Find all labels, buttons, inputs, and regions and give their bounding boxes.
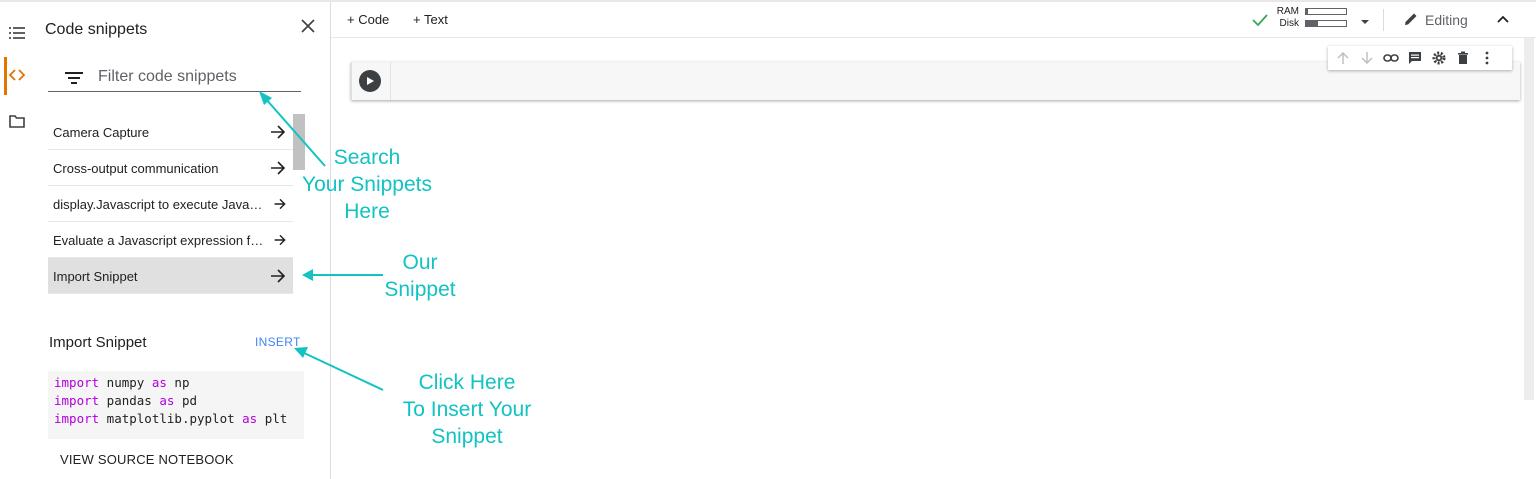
panel-divider [330, 2, 331, 479]
annotation-search: Search Your Snippets Here [285, 144, 449, 225]
view-source-notebook-button[interactable]: VIEW SOURCE NOTEBOOK [60, 452, 234, 467]
list-item[interactable]: Cross-output communication [48, 150, 293, 186]
cell-toolbar [1328, 46, 1512, 70]
annotation-our-snippet: Our Snippet [365, 249, 475, 303]
resource-labels[interactable]: RAM Disk [1272, 6, 1299, 30]
chevron-up-icon[interactable] [1494, 11, 1512, 29]
settings-gear-icon[interactable] [1430, 49, 1448, 67]
code-keyword: as [151, 375, 167, 390]
more-options-icon[interactable] [1478, 49, 1496, 67]
list-item-label: Evaluate a Javascript expression from Py… [53, 233, 265, 248]
toolbar-divider [331, 37, 1536, 38]
cell-gutter-divider [390, 62, 391, 100]
close-icon[interactable] [298, 16, 318, 36]
code-line: import matplotlib.pyplot as plt [54, 410, 304, 428]
code-line: import numpy as np [54, 374, 304, 392]
filter-icon [65, 71, 83, 85]
code-keyword: import [54, 393, 100, 408]
code-alias: np [166, 375, 190, 390]
panel-title: Code snippets [45, 21, 148, 38]
code-module: matplotlib.pyplot [99, 411, 243, 426]
insert-button[interactable]: INSERT [255, 335, 301, 349]
list-item-label: Camera Capture [53, 125, 150, 140]
code-module: numpy [99, 375, 152, 390]
move-up-icon[interactable] [1334, 49, 1352, 67]
run-cell-button[interactable] [359, 70, 381, 92]
ram-usage-fill [1306, 9, 1308, 14]
annotation-search-text: Search Your Snippets Here [302, 146, 432, 223]
list-item-selected[interactable]: Import Snippet [48, 258, 293, 294]
annotation-click-insert-text: Click Here To Insert Your Snippet [402, 371, 532, 448]
filter-input[interactable] [98, 66, 298, 88]
list-item[interactable]: Evaluate a Javascript expression from Py… [48, 222, 293, 258]
arrow-right-icon[interactable] [269, 123, 287, 141]
arrow-right-icon[interactable] [269, 267, 287, 285]
arrow-right-icon[interactable] [273, 233, 287, 247]
code-snippets-icon[interactable] [6, 64, 28, 86]
editing-mode-button[interactable]: Editing [1403, 10, 1468, 30]
toolbar-separator [1383, 9, 1384, 31]
snippet-list: Camera Capture Cross-output communicatio… [48, 114, 293, 294]
add-text-button[interactable]: + Text [413, 12, 448, 27]
disk-usage-fill [1306, 21, 1318, 26]
code-snippets-panel: Code snippets Camera Capture Cross-outpu… [34, 2, 330, 479]
ram-label: RAM [1276, 6, 1299, 17]
disk-label: Disk [1279, 18, 1299, 29]
colab-window: Code snippets Camera Capture Cross-outpu… [0, 0, 1536, 479]
annotation-our-snippet-text: Our Snippet [384, 251, 456, 301]
list-item-label: display.Javascript to execute JavaScript… [53, 197, 265, 212]
code-keyword: import [54, 375, 100, 390]
check-icon [1251, 11, 1269, 29]
add-code-button[interactable]: + Code [347, 12, 389, 27]
code-alias: pd [174, 393, 198, 408]
code-keyword: as [242, 411, 258, 426]
table-of-contents-icon[interactable] [6, 22, 28, 44]
code-keyword: as [159, 393, 175, 408]
link-icon[interactable] [1382, 49, 1400, 67]
editing-label: Editing [1425, 12, 1468, 28]
code-keyword: import [54, 411, 100, 426]
move-down-icon[interactable] [1358, 49, 1376, 67]
list-item[interactable]: Camera Capture [48, 114, 293, 150]
list-item[interactable]: display.Javascript to execute JavaScript… [48, 186, 293, 222]
comment-icon[interactable] [1406, 49, 1424, 67]
annotation-click-insert: Click Here To Insert Your Snippet [382, 369, 552, 450]
left-rail [0, 2, 34, 479]
pencil-icon [1403, 11, 1419, 30]
play-icon [367, 77, 374, 85]
code-line: import pandas as pd [54, 392, 304, 410]
resources-dropdown-icon[interactable] [1359, 14, 1371, 24]
delete-icon[interactable] [1454, 49, 1472, 67]
snippet-detail-title: Import Snippet [49, 334, 147, 351]
files-icon[interactable] [6, 110, 28, 132]
ram-usage-bar[interactable] [1305, 8, 1347, 15]
code-module: pandas [99, 393, 160, 408]
code-alias: plt [257, 411, 288, 426]
disk-usage-bar[interactable] [1305, 20, 1347, 27]
list-item-label: Import Snippet [53, 269, 138, 284]
filter-field [48, 62, 301, 92]
snippet-code-preview: import numpy as np import pandas as pd imp… [48, 371, 304, 439]
notebook-scrollbar[interactable] [1524, 38, 1534, 400]
list-item-label: Cross-output communication [53, 161, 219, 176]
